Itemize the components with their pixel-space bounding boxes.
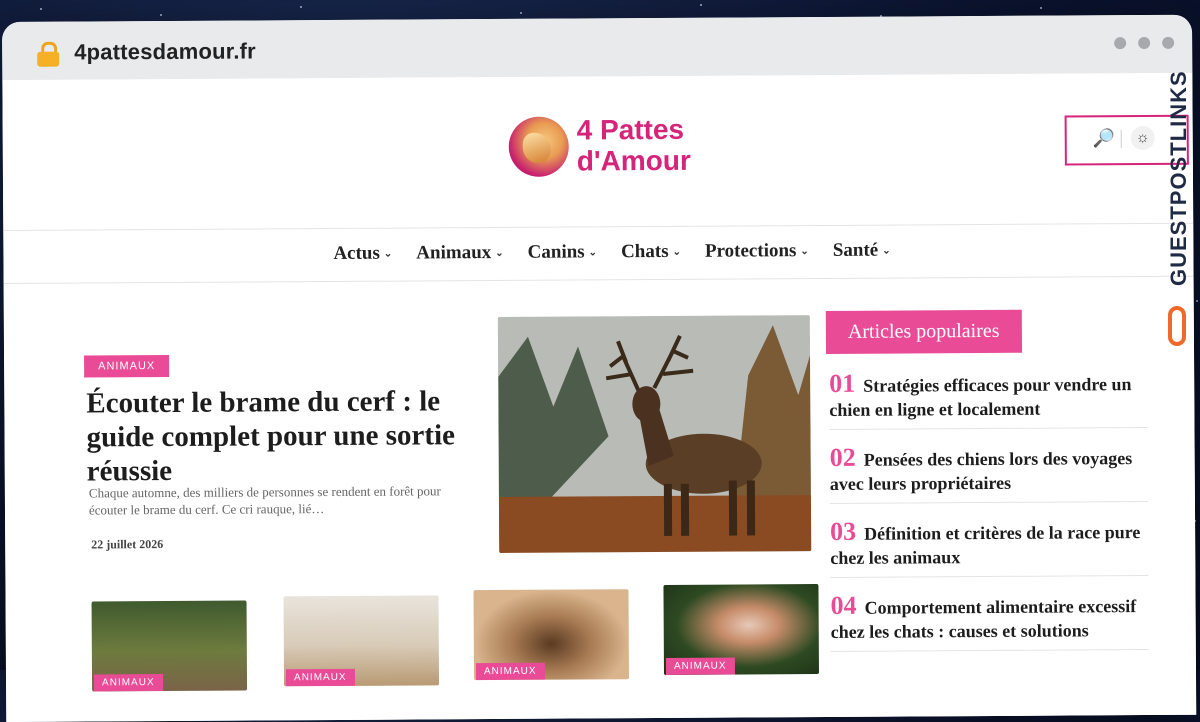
popular-title: Définition et critères de la race pure c… <box>830 522 1141 568</box>
nav-item-canins[interactable]: Canins ⌄ <box>528 241 598 263</box>
popular-number: 02 <box>829 442 856 472</box>
hero-title[interactable]: Écouter le brame du cerf : le guide comp… <box>86 384 487 488</box>
article-card-spider-image[interactable]: ANIMAUX <box>473 589 630 681</box>
popular-articles-heading: Articles populaires <box>825 309 1022 354</box>
nav-item-sante[interactable]: Santé ⌄ <box>833 240 891 262</box>
card-category-badge[interactable]: ANIMAUX <box>665 657 735 675</box>
link-icon <box>1168 306 1186 346</box>
search-icon[interactable]: 🔎 <box>1093 128 1116 149</box>
chevron-down-icon: ⌄ <box>800 245 809 257</box>
nav-item-protections[interactable]: Protections ⌄ <box>705 240 809 263</box>
popular-number: 01 <box>829 368 856 398</box>
window-dot-icon[interactable] <box>1162 36 1175 49</box>
window-dot-icon[interactable] <box>1138 36 1151 50</box>
nav-label: Chats <box>620 240 669 263</box>
browser-window: 4pattesdamour.fr 4 Pattes d'Amour 🔎 ☼ Ac… <box>2 14 1197 722</box>
nav-label: Santé <box>832 239 879 261</box>
article-card-monkey-image[interactable]: ANIMAUX <box>663 584 819 675</box>
article-card-path-image[interactable]: ANIMAUX <box>91 600 248 692</box>
popular-item[interactable]: 03 Définition et critères de la race pur… <box>830 515 1149 578</box>
window-dot-icon[interactable] <box>1114 37 1127 50</box>
browser-titlebar: 4pattesdamour.fr <box>2 14 1193 81</box>
guestpostlinks-watermark: GUESTPOSTLINKS <box>1164 56 1194 356</box>
hero-excerpt: Chaque automne, des milliers de personne… <box>88 483 441 518</box>
nav-label: Canins <box>527 241 585 263</box>
hero-deer-image[interactable] <box>497 315 812 553</box>
card-category-badge[interactable]: ANIMAUX <box>475 662 545 681</box>
popular-title: Pensées des chiens lors des voyages avec… <box>829 448 1133 494</box>
popular-title: Stratégies efficaces pour vendre un chie… <box>829 374 1132 420</box>
web-page: 4 Pattes d'Amour 🔎 ☼ Actus ⌄ Animaux ⌄ Can… <box>2 72 1197 722</box>
hero-date: 22 juillet 2026 <box>91 537 164 552</box>
nav-label: Animaux <box>416 242 492 264</box>
popular-number: 04 <box>830 590 857 620</box>
chevron-down-icon: ⌄ <box>672 246 681 258</box>
article-card-woman-dog-image[interactable]: ANIMAUX <box>283 595 440 687</box>
chevron-down-icon: ⌄ <box>495 247 504 259</box>
chevron-down-icon: ⌄ <box>588 246 598 258</box>
hero-category-badge[interactable]: ANIMAUX <box>84 354 170 378</box>
card-category-badge[interactable]: ANIMAUX <box>93 674 163 692</box>
tools-divider <box>1120 130 1122 149</box>
popular-item[interactable]: 02 Pensées des chiens lors des voyages a… <box>829 441 1148 504</box>
nav-item-animaux[interactable]: Animaux ⌄ <box>416 242 503 265</box>
site-logo[interactable]: 4 Pattes d'Amour <box>508 113 719 185</box>
chevron-down-icon: ⌄ <box>383 248 393 260</box>
theme-toggle-icon[interactable]: ☼ <box>1130 125 1155 151</box>
nav-label: Protections <box>704 240 797 262</box>
popular-title: Comportement alimentaire excessif chez l… <box>830 596 1137 642</box>
popular-item[interactable]: 04 Comportement alimentaire excessif che… <box>830 589 1149 652</box>
nav-item-actus[interactable]: Actus ⌄ <box>333 243 392 265</box>
logo-text: 4 Pattes d'Amour <box>576 113 691 177</box>
popular-item[interactable]: 01 Stratégies efficaces pour vendre un c… <box>829 367 1148 430</box>
nav-item-chats[interactable]: Chats ⌄ <box>621 241 681 263</box>
popular-number: 03 <box>830 516 857 546</box>
lock-icon <box>36 41 60 67</box>
card-category-badge[interactable]: ANIMAUX <box>285 668 355 687</box>
address-bar[interactable]: 4pattesdamour.fr <box>74 38 256 65</box>
watermark-text: GUESTPOSTLINKS <box>1166 70 1191 287</box>
window-controls <box>1114 36 1175 50</box>
chevron-down-icon: ⌄ <box>882 245 891 257</box>
main-nav: Actus ⌄ Animaux ⌄ Canins ⌄ Chats ⌄ Protectio… <box>3 222 1194 284</box>
nav-label: Actus <box>333 242 380 264</box>
dog-cat-logo-icon <box>508 116 569 177</box>
